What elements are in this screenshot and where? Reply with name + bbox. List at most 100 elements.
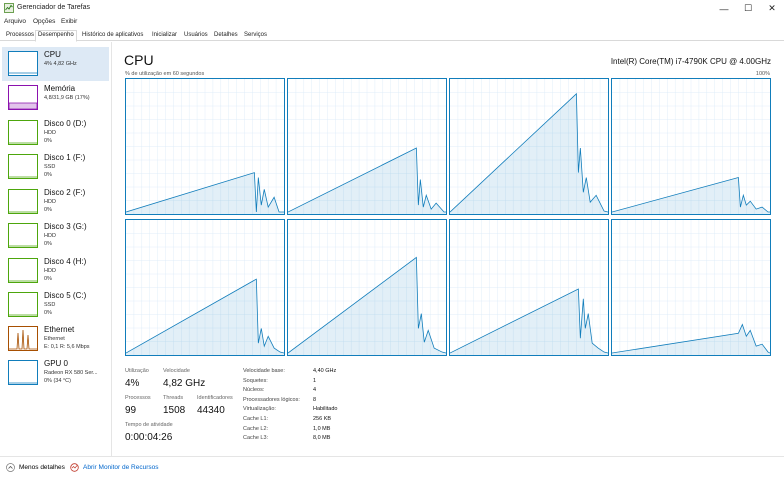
resource-item-cpu[interactable]: CPU 4% 4,82 GHz bbox=[2, 47, 109, 81]
resource-name: CPU bbox=[44, 50, 61, 59]
resource-thumbnail bbox=[8, 120, 38, 145]
velocidade-value: 4,82 GHz bbox=[163, 378, 206, 389]
menu-opcoes[interactable]: Opções bbox=[33, 18, 55, 25]
detail-label: Velocidade base: bbox=[243, 368, 285, 374]
detail-label: Cache L3: bbox=[243, 435, 269, 442]
utilizacao-label: Utilização bbox=[125, 368, 149, 374]
abrir-monitor-link[interactable]: Abrir Monitor de Recursos bbox=[70, 463, 159, 472]
tab-usuarios[interactable]: Usuários bbox=[181, 30, 211, 41]
resource-item-disco-4[interactable]: Disco 4 (H:) HDD 0% bbox=[2, 254, 109, 288]
detail-value: 4,40 GHz bbox=[313, 368, 337, 374]
tab-inicializar[interactable]: Inicializar bbox=[149, 30, 180, 41]
cpu-panel: CPU Intel(R) Core(TM) i7-4790K CPU @ 4.0… bbox=[113, 42, 784, 456]
resource-name: GPU 0 bbox=[44, 359, 69, 368]
resource-detail: Radeon RX 580 Ser... bbox=[44, 370, 98, 376]
resource-thumbnail bbox=[8, 360, 38, 385]
detail-label: Processadores lógicos: bbox=[243, 396, 300, 403]
resource-name: Ethernet bbox=[44, 325, 75, 334]
detail-value: 8 bbox=[313, 396, 317, 403]
tab-bar: Processos Desempenho Histórico de aplica… bbox=[0, 29, 784, 42]
resource-detail: HDD bbox=[44, 268, 56, 274]
menos-detalhes-button[interactable]: Menos detalhes bbox=[6, 463, 65, 472]
resource-name: Memória bbox=[44, 84, 76, 93]
resource-item-disco-2[interactable]: Disco 2 (F:) HDD 0% bbox=[2, 185, 109, 219]
tab-desempenho[interactable]: Desempenho bbox=[35, 30, 77, 42]
resource-detail-2: 0% bbox=[44, 310, 52, 316]
detail-value: 4 bbox=[313, 387, 317, 394]
resource-thumbnail bbox=[8, 85, 38, 110]
menu-bar: Arquivo Opções Exibir bbox=[0, 17, 784, 28]
resource-detail-2: 0% bbox=[44, 138, 52, 144]
resource-thumbnail bbox=[8, 326, 38, 351]
resource-detail: HDD bbox=[44, 199, 56, 205]
detail-label: Cache L2: bbox=[243, 425, 269, 432]
resource-name: Disco 5 (C:) bbox=[44, 291, 87, 300]
detail-value: 1,0 MB bbox=[313, 425, 331, 432]
resource-name: Disco 3 (G:) bbox=[44, 222, 87, 231]
resource-detail: Ethernet bbox=[44, 336, 65, 342]
menu-exibir[interactable]: Exibir bbox=[61, 18, 77, 25]
tab-processos[interactable]: Processos bbox=[3, 30, 37, 41]
tempo-label: Tempo de atividade bbox=[125, 422, 173, 428]
resource-item-disco-0[interactable]: Disco 0 (D:) HDD 0% bbox=[2, 116, 109, 150]
resource-list: CPU 4% 4,82 GHz Memória 4,8/31,9 GB (17%) Di… bbox=[0, 42, 112, 456]
tab-servicos[interactable]: Serviços bbox=[241, 30, 270, 41]
resource-item-memoria[interactable]: Memória 4,8/31,9 GB (17%) bbox=[2, 81, 109, 115]
resource-thumbnail bbox=[8, 223, 38, 248]
resource-detail-2: 0% bbox=[44, 172, 52, 178]
cpu-model: Intel(R) Core(TM) i7-4790K CPU @ 4.00GHz bbox=[610, 57, 771, 66]
detail-label: Núcleos: bbox=[243, 387, 265, 394]
page-title: CPU bbox=[124, 52, 154, 68]
resource-detail: SSD bbox=[44, 164, 56, 170]
resource-name: Disco 4 (H:) bbox=[44, 257, 87, 266]
resource-name: Disco 2 (F:) bbox=[44, 188, 86, 197]
detail-label: Virtualização: bbox=[243, 406, 276, 413]
detail-value: Habilitado bbox=[313, 406, 338, 413]
identificadores-label: Identificadores bbox=[197, 395, 233, 401]
velocidade-label: Velocidade bbox=[163, 368, 190, 374]
tab-historico[interactable]: Histórico de aplicativos bbox=[79, 30, 146, 41]
resource-thumbnail bbox=[8, 154, 38, 179]
resource-item-disco-3[interactable]: Disco 3 (G:) HDD 0% bbox=[2, 219, 109, 253]
cpu-core-graph bbox=[287, 219, 447, 356]
close-button[interactable]: ✕ bbox=[760, 0, 784, 17]
menos-detalhes-label: Menos detalhes bbox=[19, 464, 65, 471]
identificadores-value: 44340 bbox=[197, 405, 225, 416]
resource-monitor-icon bbox=[70, 463, 79, 472]
processos-label: Processos bbox=[125, 395, 151, 401]
resource-thumbnail bbox=[8, 189, 38, 214]
tab-detalhes[interactable]: Detalhes bbox=[211, 30, 241, 41]
cpu-core-graph bbox=[125, 219, 285, 356]
resource-detail-2: 0% (34 °C) bbox=[44, 378, 71, 384]
resource-name: Disco 0 (D:) bbox=[44, 119, 87, 128]
resource-item-gpu[interactable]: GPU 0 Radeon RX 580 Ser... 0% (34 °C) bbox=[2, 356, 109, 390]
threads-value: 1508 bbox=[163, 405, 186, 416]
resource-detail: 4% 4,82 GHz bbox=[44, 61, 77, 67]
task-manager-icon bbox=[4, 3, 14, 13]
cpu-core-graph bbox=[449, 78, 609, 215]
resource-detail: HDD bbox=[44, 130, 56, 136]
resource-detail-2: E: 0,1 R: 5,6 Mbps bbox=[44, 344, 90, 350]
title-bar: Gerenciador de Tarefas — ☐ ✕ bbox=[0, 0, 784, 17]
resource-thumbnail bbox=[8, 258, 38, 283]
resource-item-disco-5[interactable]: Disco 5 (C:) SSD 0% bbox=[2, 288, 109, 322]
chevron-up-icon bbox=[6, 463, 15, 472]
detail-label: Cache L1: bbox=[243, 416, 269, 422]
resource-item-ethernet[interactable]: Ethernet Ethernet E: 0,1 R: 5,6 Mbps bbox=[2, 322, 109, 356]
resource-detail-2: 0% bbox=[44, 207, 52, 213]
threads-label: Threads bbox=[163, 395, 184, 401]
window-title: Gerenciador de Tarefas bbox=[17, 4, 91, 11]
resource-detail: 4,8/31,9 GB (17%) bbox=[44, 95, 90, 101]
resource-detail: SSD bbox=[44, 302, 56, 308]
detail-value: 1 bbox=[313, 377, 317, 384]
resource-thumbnail bbox=[8, 51, 38, 76]
resource-thumbnail bbox=[8, 292, 38, 317]
menu-arquivo[interactable]: Arquivo bbox=[4, 18, 26, 25]
abrir-monitor-label: Abrir Monitor de Recursos bbox=[83, 464, 159, 471]
footer: Menos detalhes Abrir Monitor de Recursos bbox=[0, 456, 784, 480]
cpu-core-graph bbox=[125, 78, 285, 215]
resource-item-disco-1[interactable]: Disco 1 (F:) SSD 0% bbox=[2, 150, 109, 184]
task-manager-window: Gerenciador de Tarefas — ☐ ✕ Arquivo Opç… bbox=[0, 0, 784, 480]
maximize-button[interactable]: ☐ bbox=[736, 0, 760, 17]
minimize-button[interactable]: — bbox=[712, 0, 736, 17]
